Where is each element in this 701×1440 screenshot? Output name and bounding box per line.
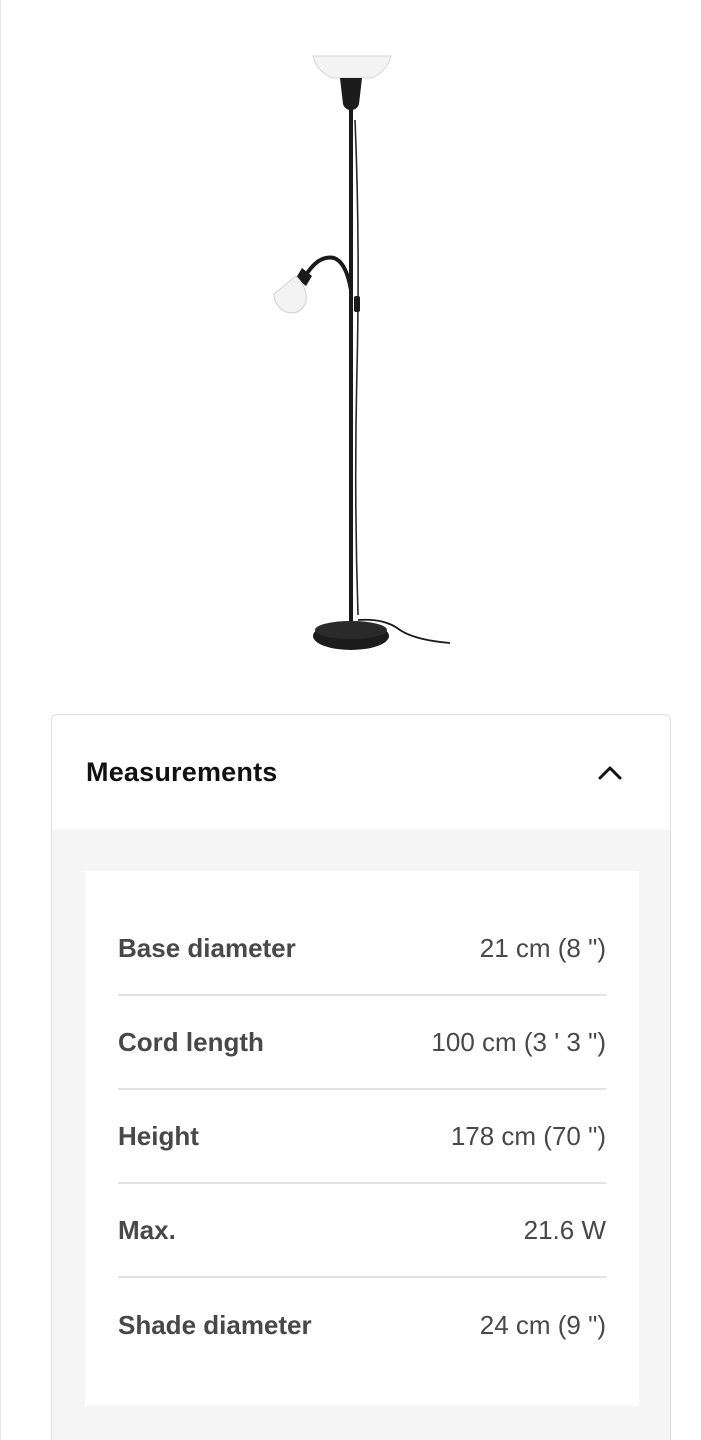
measurement-label: Base diameter — [118, 932, 296, 963]
measurement-row-height: Height 178 cm (70 ") — [118, 1090, 606, 1184]
product-page: Measurements Base diameter 21 cm (8 ") C… — [0, 0, 701, 1440]
measurement-value: 24 cm (9 ") — [479, 1309, 606, 1340]
measurement-row-max-wattage: Max. 21.6 W — [118, 1184, 606, 1278]
measurements-accordion-toggle[interactable]: Measurements — [52, 715, 670, 830]
chevron-up-icon[interactable] — [596, 759, 624, 787]
measurement-row-shade-diameter: Shade diameter 24 cm (9 ") — [118, 1278, 606, 1372]
product-image[interactable] — [250, 40, 470, 670]
measurement-row-base-diameter: Base diameter 21 cm (8 ") — [118, 902, 606, 996]
measurement-label: Cord length — [118, 1026, 264, 1057]
measurements-title: Measurements — [86, 757, 278, 787]
measurement-value: 21 cm (8 ") — [479, 932, 606, 963]
measurements-panel: Base diameter 21 cm (8 ") Cord length 10… — [85, 871, 639, 1406]
measurement-label: Height — [118, 1120, 199, 1151]
left-edge-divider — [0, 0, 1, 1440]
measurements-accordion: Measurements Base diameter 21 cm (8 ") C… — [51, 714, 671, 1440]
measurement-value: 100 cm (3 ' 3 ") — [431, 1026, 606, 1057]
measurement-value: 21.6 W — [523, 1214, 606, 1245]
measurement-value: 178 cm (70 ") — [450, 1120, 606, 1151]
floor-lamp-illustration — [273, 55, 451, 650]
measurement-label: Max. — [118, 1214, 176, 1245]
measurement-label: Shade diameter — [118, 1309, 312, 1340]
measurement-row-cord-length: Cord length 100 cm (3 ' 3 ") — [118, 996, 606, 1090]
